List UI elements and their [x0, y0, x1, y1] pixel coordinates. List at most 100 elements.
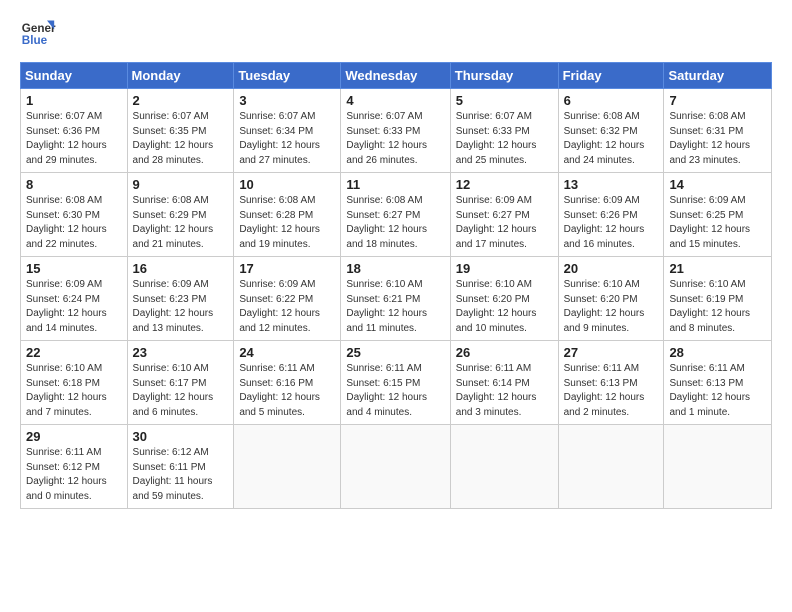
- calendar-cell: 15 Sunrise: 6:09 AM Sunset: 6:24 PM Dayli…: [21, 257, 128, 341]
- calendar-cell: 22 Sunrise: 6:10 AM Sunset: 6:18 PM Dayli…: [21, 341, 128, 425]
- calendar-cell: 30 Sunrise: 6:12 AM Sunset: 6:11 PM Dayli…: [127, 425, 234, 509]
- calendar-cell: 25 Sunrise: 6:11 AM Sunset: 6:15 PM Dayli…: [341, 341, 450, 425]
- day-info: Sunrise: 6:07 AM Sunset: 6:35 PM Dayligh…: [133, 110, 229, 168]
- day-info: Sunrise: 6:11 AM Sunset: 6:15 PM Dayligh…: [346, 362, 444, 420]
- day-info: Sunrise: 6:07 AM Sunset: 6:34 PM Dayligh…: [239, 110, 335, 168]
- day-number: 11: [346, 177, 444, 192]
- calendar-cell: [450, 425, 558, 509]
- calendar-cell: 18 Sunrise: 6:10 AM Sunset: 6:21 PM Dayli…: [341, 257, 450, 341]
- day-info: Sunrise: 6:09 AM Sunset: 6:25 PM Dayligh…: [669, 194, 766, 252]
- calendar-cell: 28 Sunrise: 6:11 AM Sunset: 6:13 PM Dayli…: [664, 341, 772, 425]
- day-number: 9: [133, 177, 229, 192]
- day-number: 18: [346, 261, 444, 276]
- day-info: Sunrise: 6:08 AM Sunset: 6:31 PM Dayligh…: [669, 110, 766, 168]
- calendar-cell: [234, 425, 341, 509]
- calendar-cell: 5 Sunrise: 6:07 AM Sunset: 6:33 PM Daylig…: [450, 89, 558, 173]
- logo: General Blue: [20, 16, 56, 52]
- calendar-cell: [341, 425, 450, 509]
- day-info: Sunrise: 6:11 AM Sunset: 6:12 PM Dayligh…: [26, 446, 122, 504]
- day-number: 5: [456, 93, 553, 108]
- calendar-cell: 8 Sunrise: 6:08 AM Sunset: 6:30 PM Daylig…: [21, 173, 128, 257]
- day-number: 26: [456, 345, 553, 360]
- day-info: Sunrise: 6:10 AM Sunset: 6:20 PM Dayligh…: [456, 278, 553, 336]
- day-info: Sunrise: 6:10 AM Sunset: 6:17 PM Dayligh…: [133, 362, 229, 420]
- calendar-header-friday: Friday: [558, 63, 664, 89]
- day-info: Sunrise: 6:08 AM Sunset: 6:32 PM Dayligh…: [564, 110, 659, 168]
- calendar-cell: 24 Sunrise: 6:11 AM Sunset: 6:16 PM Dayli…: [234, 341, 341, 425]
- header: General Blue: [20, 16, 772, 52]
- day-info: Sunrise: 6:12 AM Sunset: 6:11 PM Dayligh…: [133, 446, 229, 504]
- day-info: Sunrise: 6:11 AM Sunset: 6:14 PM Dayligh…: [456, 362, 553, 420]
- calendar-header-thursday: Thursday: [450, 63, 558, 89]
- day-number: 21: [669, 261, 766, 276]
- svg-text:Blue: Blue: [22, 34, 48, 47]
- calendar-cell: 27Sunrise: 6:11 AM Sunset: 6:13 PM Dayli…: [558, 341, 664, 425]
- day-number: 10: [239, 177, 335, 192]
- calendar-cell: 26 Sunrise: 6:11 AM Sunset: 6:14 PM Dayli…: [450, 341, 558, 425]
- day-number: 4: [346, 93, 444, 108]
- day-info: Sunrise: 6:10 AM Sunset: 6:20 PM Dayligh…: [564, 278, 659, 336]
- calendar-cell: 7 Sunrise: 6:08 AM Sunset: 6:31 PM Daylig…: [664, 89, 772, 173]
- calendar-cell: 6Sunrise: 6:08 AM Sunset: 6:32 PM Daylig…: [558, 89, 664, 173]
- calendar-header-row: SundayMondayTuesdayWednesdayThursdayFrid…: [21, 63, 772, 89]
- day-number: 25: [346, 345, 444, 360]
- calendar-header-tuesday: Tuesday: [234, 63, 341, 89]
- calendar-cell: 23 Sunrise: 6:10 AM Sunset: 6:17 PM Dayli…: [127, 341, 234, 425]
- page-container: General Blue SundayMondayTuesdayWednesda…: [0, 0, 792, 519]
- day-info: Sunrise: 6:09 AM Sunset: 6:27 PM Dayligh…: [456, 194, 553, 252]
- day-info: Sunrise: 6:09 AM Sunset: 6:26 PM Dayligh…: [564, 194, 659, 252]
- day-number: 22: [26, 345, 122, 360]
- calendar-cell: 13 Sunrise: 6:09 AM Sunset: 6:26 PM Dayli…: [558, 173, 664, 257]
- calendar-cell: 1Sunrise: 6:07 AM Sunset: 6:36 PM Daylig…: [21, 89, 128, 173]
- day-number: 17: [239, 261, 335, 276]
- calendar-cell: [664, 425, 772, 509]
- day-info: Sunrise: 6:08 AM Sunset: 6:30 PM Dayligh…: [26, 194, 122, 252]
- day-number: 3: [239, 93, 335, 108]
- day-info: Sunrise: 6:08 AM Sunset: 6:28 PM Dayligh…: [239, 194, 335, 252]
- calendar-cell: 17 Sunrise: 6:09 AM Sunset: 6:22 PM Dayli…: [234, 257, 341, 341]
- logo-icon: General Blue: [20, 16, 56, 52]
- calendar-cell: 12 Sunrise: 6:09 AM Sunset: 6:27 PM Dayli…: [450, 173, 558, 257]
- day-info: Sunrise: 6:10 AM Sunset: 6:21 PM Dayligh…: [346, 278, 444, 336]
- calendar-cell: 3 Sunrise: 6:07 AM Sunset: 6:34 PM Daylig…: [234, 89, 341, 173]
- calendar-cell: 11 Sunrise: 6:08 AM Sunset: 6:27 PM Dayli…: [341, 173, 450, 257]
- day-number: 15: [26, 261, 122, 276]
- day-number: 28: [669, 345, 766, 360]
- day-info: Sunrise: 6:09 AM Sunset: 6:23 PM Dayligh…: [133, 278, 229, 336]
- calendar-week-5: 29Sunrise: 6:11 AM Sunset: 6:12 PM Dayli…: [21, 425, 772, 509]
- day-number: 7: [669, 93, 766, 108]
- day-number: 2: [133, 93, 229, 108]
- day-info: Sunrise: 6:07 AM Sunset: 6:33 PM Dayligh…: [456, 110, 553, 168]
- calendar-cell: 16 Sunrise: 6:09 AM Sunset: 6:23 PM Dayli…: [127, 257, 234, 341]
- calendar-cell: [558, 425, 664, 509]
- day-info: Sunrise: 6:09 AM Sunset: 6:24 PM Dayligh…: [26, 278, 122, 336]
- day-info: Sunrise: 6:07 AM Sunset: 6:33 PM Dayligh…: [346, 110, 444, 168]
- day-info: Sunrise: 6:09 AM Sunset: 6:22 PM Dayligh…: [239, 278, 335, 336]
- day-info: Sunrise: 6:08 AM Sunset: 6:27 PM Dayligh…: [346, 194, 444, 252]
- day-number: 13: [564, 177, 659, 192]
- calendar-cell: 29Sunrise: 6:11 AM Sunset: 6:12 PM Dayli…: [21, 425, 128, 509]
- day-number: 27: [564, 345, 659, 360]
- calendar-cell: 9 Sunrise: 6:08 AM Sunset: 6:29 PM Daylig…: [127, 173, 234, 257]
- day-number: 23: [133, 345, 229, 360]
- day-number: 16: [133, 261, 229, 276]
- calendar-cell: 20Sunrise: 6:10 AM Sunset: 6:20 PM Dayli…: [558, 257, 664, 341]
- day-number: 12: [456, 177, 553, 192]
- calendar-header-monday: Monday: [127, 63, 234, 89]
- day-info: Sunrise: 6:08 AM Sunset: 6:29 PM Dayligh…: [133, 194, 229, 252]
- calendar-cell: 21 Sunrise: 6:10 AM Sunset: 6:19 PM Dayli…: [664, 257, 772, 341]
- calendar-week-1: 1Sunrise: 6:07 AM Sunset: 6:36 PM Daylig…: [21, 89, 772, 173]
- day-info: Sunrise: 6:10 AM Sunset: 6:18 PM Dayligh…: [26, 362, 122, 420]
- calendar-table: SundayMondayTuesdayWednesdayThursdayFrid…: [20, 62, 772, 509]
- calendar-header-wednesday: Wednesday: [341, 63, 450, 89]
- day-info: Sunrise: 6:11 AM Sunset: 6:16 PM Dayligh…: [239, 362, 335, 420]
- day-number: 24: [239, 345, 335, 360]
- day-number: 30: [133, 429, 229, 444]
- day-info: Sunrise: 6:10 AM Sunset: 6:19 PM Dayligh…: [669, 278, 766, 336]
- calendar-cell: 19 Sunrise: 6:10 AM Sunset: 6:20 PM Dayli…: [450, 257, 558, 341]
- day-number: 8: [26, 177, 122, 192]
- calendar-week-2: 8 Sunrise: 6:08 AM Sunset: 6:30 PM Daylig…: [21, 173, 772, 257]
- day-info: Sunrise: 6:11 AM Sunset: 6:13 PM Dayligh…: [669, 362, 766, 420]
- calendar-cell: 10 Sunrise: 6:08 AM Sunset: 6:28 PM Dayli…: [234, 173, 341, 257]
- day-number: 19: [456, 261, 553, 276]
